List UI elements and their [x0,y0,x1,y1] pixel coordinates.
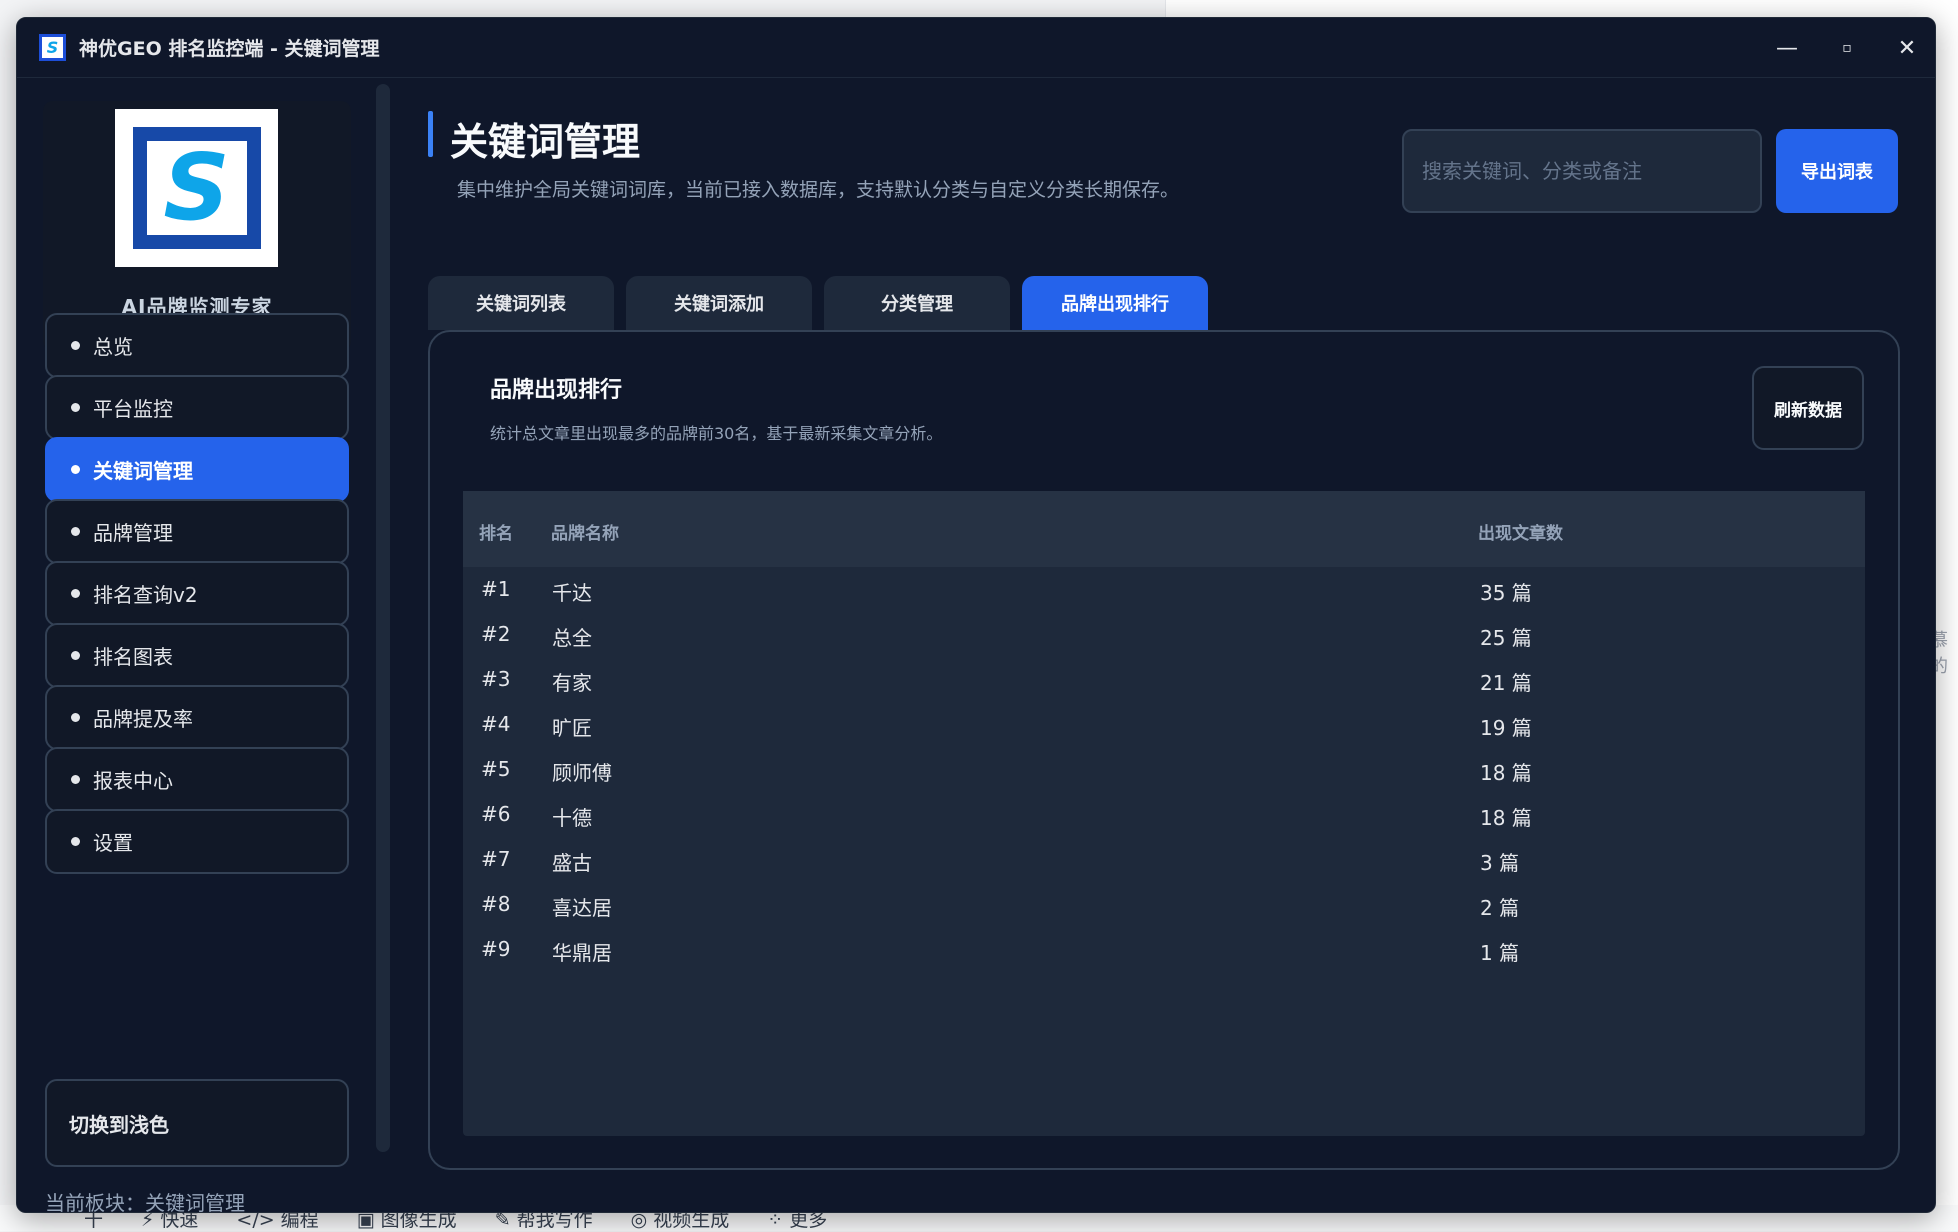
window-title: 神优GEO 排名监控端 - 关键词管理 [79,38,380,60]
brand-cell: 盛古 [552,851,592,875]
panel-description: 统计总文章里出现最多的品牌前30名，基于最新采集文章分析。 [490,424,943,443]
rank-cell: #8 [481,892,511,916]
bullet-icon [71,651,80,660]
rank-cell: #5 [481,757,511,781]
sidebar: S AI品牌监测专家 总览 平台监控 关键词管理 品牌管理 排名查询v2 排名图… [17,79,377,1213]
brand-logo: S [115,109,278,267]
brand-cell: 喜达居 [552,896,612,920]
title-bar[interactable]: S 神优GEO 排名监控端 - 关键词管理 — ▫ ✕ [17,18,1935,78]
table-row[interactable]: #1 千达 35 篇 [463,567,1865,612]
count-cell: 21 篇 [1480,671,1532,695]
table-row[interactable]: #8 喜达居 2 篇 [463,882,1865,927]
panel-title: 品牌出现排行 [490,378,623,403]
search-input[interactable] [1402,129,1762,213]
brand-cell: 华鼎居 [552,941,612,965]
nav-item-settings[interactable]: 设置 [45,809,349,874]
maximize-button[interactable]: ▫ [1817,18,1877,78]
count-cell: 1 篇 [1480,941,1520,965]
rank-cell: #7 [481,847,511,871]
rank-cell: #9 [481,937,511,961]
table-header: 排名 品牌名称 出现文章数 [463,491,1865,567]
bullet-icon [71,341,80,350]
count-cell: 35 篇 [1480,581,1532,605]
nav-item-overview[interactable]: 总览 [45,313,349,378]
rank-cell: #4 [481,712,511,736]
title-accent-bar [428,111,433,157]
column-header-count[interactable]: 出现文章数 [1478,519,1563,544]
nav-item-label: 排名图表 [93,645,173,669]
table-row[interactable]: #7 盛古 3 篇 [463,837,1865,882]
bullet-icon [71,403,80,412]
rank-cell: #3 [481,667,511,691]
nav-item-label: 品牌管理 [93,521,173,545]
brand-cell: 有家 [552,671,592,695]
app-window: S 神优GEO 排名监控端 - 关键词管理 — ▫ ✕ S AI品牌监测专家 总… [16,17,1936,1213]
bullet-icon [71,775,80,784]
sidebar-scrollbar[interactable] [376,84,390,1152]
column-header-rank[interactable]: 排名 [479,519,513,544]
rank-cell: #6 [481,802,511,826]
app-logo-icon: S [39,34,66,61]
nav-item-label: 报表中心 [93,769,173,793]
count-cell: 18 篇 [1480,806,1532,830]
main-content: 关键词管理 集中维护全局关键词词库，当前已接入数据库，支持默认分类与自定义分类长… [392,79,1935,1212]
count-cell: 18 篇 [1480,761,1532,785]
table-row[interactable]: #3 有家 21 篇 [463,657,1865,702]
brand-cell: 顾师傅 [552,761,612,785]
brand-cell: 十德 [552,806,592,830]
table-row[interactable]: #9 华鼎居 1 篇 [463,927,1865,972]
tab-keyword-list[interactable]: 关键词列表 [428,276,614,330]
nav-item-label: 平台监控 [93,397,173,421]
page-description: 集中维护全局关键词词库，当前已接入数据库，支持默认分类与自定义分类长期保存。 [457,179,1180,201]
bullet-icon [71,465,80,474]
nav-item-label: 设置 [93,831,133,855]
tab-category-management[interactable]: 分类管理 [824,276,1010,330]
bullet-icon [71,837,80,846]
nav-item-label: 总览 [93,335,133,359]
nav-item-platform-monitor[interactable]: 平台监控 [45,375,349,440]
window-controls: — ▫ ✕ [1757,18,1935,78]
bullet-icon [71,713,80,722]
refresh-data-button[interactable]: 刷新数据 [1752,366,1864,450]
count-cell: 2 篇 [1480,896,1520,920]
bullet-icon [71,589,80,598]
brand-ranking-table: 排名 品牌名称 出现文章数 #1 千达 35 篇 #2 总全 25 篇 #3 有… [463,491,1865,1136]
logo-glyph: S [163,134,230,241]
nav-item-brand-management[interactable]: 品牌管理 [45,499,349,564]
bullet-icon [71,527,80,536]
current-section-label: 当前板块：关键词管理 [45,1191,245,1213]
page-title: 关键词管理 [450,120,641,164]
table-row[interactable]: #5 顾师傅 18 篇 [463,747,1865,792]
table-row[interactable]: #6 十德 18 篇 [463,792,1865,837]
brand-cell: 千达 [552,581,592,605]
brand-cell: 总全 [552,626,592,650]
rank-cell: #2 [481,622,511,646]
nav-item-keyword-management[interactable]: 关键词管理 [45,437,349,502]
column-header-brand[interactable]: 品牌名称 [551,519,619,544]
count-cell: 25 篇 [1480,626,1532,650]
theme-toggle-button[interactable]: 切换到浅色 [45,1079,349,1167]
brand-ranking-panel: 品牌出现排行 统计总文章里出现最多的品牌前30名，基于最新采集文章分析。 刷新数… [428,330,1900,1170]
nav-item-label: 品牌提及率 [93,707,193,731]
export-button[interactable]: 导出词表 [1776,129,1898,213]
table-row[interactable]: #2 总全 25 篇 [463,612,1865,657]
count-cell: 19 篇 [1480,716,1532,740]
close-button[interactable]: ✕ [1877,18,1935,78]
count-cell: 3 篇 [1480,851,1520,875]
nav-item-rank-charts[interactable]: 排名图表 [45,623,349,688]
tab-brand-ranking[interactable]: 品牌出现排行 [1022,276,1208,330]
nav-item-label: 排名查询v2 [93,583,198,607]
minimize-button[interactable]: — [1757,18,1817,78]
nav-item-rank-query[interactable]: 排名查询v2 [45,561,349,626]
nav-item-report-center[interactable]: 报表中心 [45,747,349,812]
tab-keyword-add[interactable]: 关键词添加 [626,276,812,330]
nav-item-mention-rate[interactable]: 品牌提及率 [45,685,349,750]
nav-item-label: 关键词管理 [93,459,193,483]
brand-cell: 旷匠 [552,716,592,740]
table-row[interactable]: #4 旷匠 19 篇 [463,702,1865,747]
rank-cell: #1 [481,577,511,601]
